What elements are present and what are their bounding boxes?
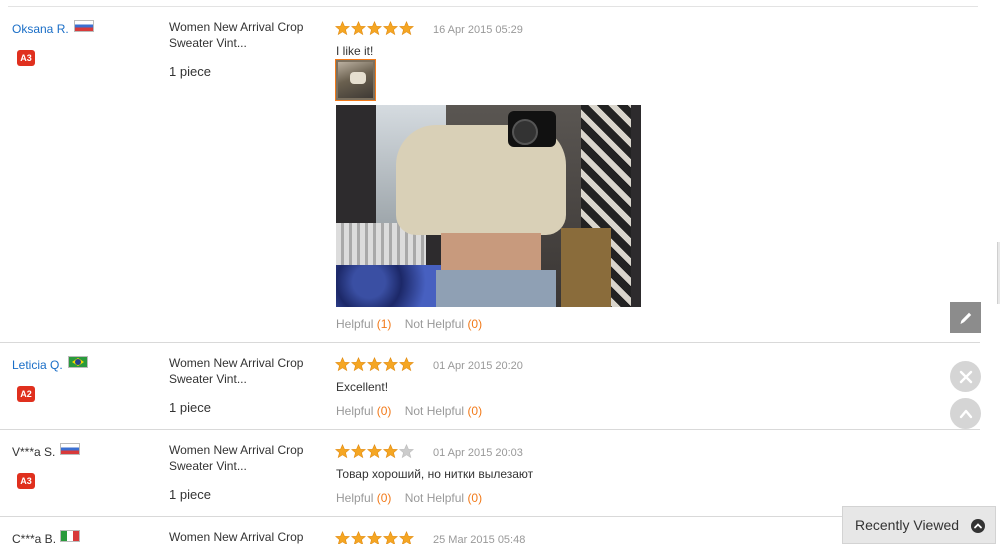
russia-flag-icon xyxy=(74,20,94,32)
star-filled-icon xyxy=(335,531,350,544)
helpful-votes: Helpful (0) Not Helpful (0) xyxy=(336,404,482,418)
buyer-name-link[interactable]: V***a S. xyxy=(12,445,55,459)
star-filled-icon xyxy=(351,21,366,36)
write-review-button[interactable] xyxy=(950,302,981,333)
chevron-up-icon xyxy=(959,409,972,418)
star-rating xyxy=(335,444,414,462)
back-to-top-button[interactable] xyxy=(950,398,981,429)
review-row: Leticia Q. A2 Women New Arrival Crop Swe… xyxy=(0,343,980,430)
star-filled-icon xyxy=(367,444,382,459)
review-photo-thumbnail[interactable] xyxy=(335,59,376,101)
not-helpful-link[interactable]: Not Helpful xyxy=(405,491,464,505)
star-filled-icon xyxy=(335,444,350,459)
star-filled-icon xyxy=(383,21,398,36)
product-quantity: 1 piece xyxy=(169,400,211,415)
review-row: C***a B. Women New Arrival Crop 25 Mar 2… xyxy=(0,517,980,544)
review-text: Товар хороший, но нитки вылезают xyxy=(336,467,534,481)
review-date: 01 Apr 2015 20:20 xyxy=(433,360,523,372)
star-filled-icon xyxy=(383,531,398,544)
review-date: 25 Mar 2015 05:48 xyxy=(433,534,526,544)
star-filled-icon xyxy=(351,531,366,544)
product-quantity: 1 piece xyxy=(169,487,211,502)
product-title: Women New Arrival Crop Sweater Vint... xyxy=(169,356,304,386)
star-rating xyxy=(335,357,414,375)
product-title: Women New Arrival Crop Sweater Vint... xyxy=(169,443,304,473)
pencil-icon xyxy=(960,312,971,324)
close-icon xyxy=(959,370,972,383)
star-filled-icon xyxy=(383,444,398,459)
review-text: I like it! xyxy=(336,44,374,58)
helpful-votes: Helpful (0) Not Helpful (0) xyxy=(336,491,482,505)
helpful-link[interactable]: Helpful xyxy=(336,317,373,331)
star-filled-icon xyxy=(367,531,382,544)
star-filled-icon xyxy=(399,357,414,372)
recently-viewed-bar[interactable]: Recently Viewed xyxy=(842,506,996,544)
russia-flag-icon xyxy=(60,443,80,455)
product-quantity: 1 piece xyxy=(169,64,211,79)
review-date: 16 Apr 2015 05:29 xyxy=(433,24,523,36)
review-date: 01 Apr 2015 20:03 xyxy=(433,447,523,459)
star-filled-icon xyxy=(351,357,366,372)
brazil-flag-icon xyxy=(68,356,88,368)
helpful-link[interactable]: Helpful xyxy=(336,491,373,505)
helpful-count: (0) xyxy=(376,404,392,418)
helpful-link[interactable]: Helpful xyxy=(336,404,373,418)
star-rating xyxy=(335,531,414,544)
feedback-list: Oksana R. A3 Women New Arrival Crop Swea… xyxy=(0,7,980,544)
buyer-level-badge: A3 xyxy=(17,50,35,66)
star-filled-icon xyxy=(335,21,350,36)
product-title: Women New Arrival Crop xyxy=(169,530,304,544)
star-filled-icon xyxy=(367,21,382,36)
close-button[interactable] xyxy=(950,361,981,392)
not-helpful-count: (0) xyxy=(467,317,483,331)
star-filled-icon xyxy=(335,357,350,372)
not-helpful-link[interactable]: Not Helpful xyxy=(405,317,464,331)
buyer-name-link[interactable]: Oksana R. xyxy=(12,22,69,36)
review-text: Excellent! xyxy=(336,380,389,394)
helpful-count: (0) xyxy=(376,491,392,505)
helpful-votes: Helpful (1) Not Helpful (0) xyxy=(336,317,482,331)
not-helpful-count: (0) xyxy=(467,491,483,505)
italy-flag-icon xyxy=(60,530,80,542)
star-filled-icon xyxy=(383,357,398,372)
buyer-name-link[interactable]: C***a B. xyxy=(12,532,56,544)
product-title: Women New Arrival Crop Sweater Vint... xyxy=(169,20,304,50)
review-row: Oksana R. A3 Women New Arrival Crop Swea… xyxy=(0,7,980,343)
star-filled-icon xyxy=(399,21,414,36)
chevron-up-circle-icon xyxy=(971,519,985,533)
not-helpful-link[interactable]: Not Helpful xyxy=(405,404,464,418)
review-row: V***a S. A3 Women New Arrival Crop Sweat… xyxy=(0,430,980,517)
star-filled-icon xyxy=(399,531,414,544)
star-filled-icon xyxy=(367,357,382,372)
buyer-level-badge: A3 xyxy=(17,473,35,489)
helpful-count: (1) xyxy=(376,317,392,331)
review-photo xyxy=(336,105,641,307)
star-empty-icon xyxy=(399,444,414,459)
star-filled-icon xyxy=(351,444,366,459)
recently-viewed-label: Recently Viewed xyxy=(855,517,960,533)
star-rating xyxy=(335,21,414,39)
buyer-level-badge: A2 xyxy=(17,386,35,402)
buyer-name-link[interactable]: Leticia Q. xyxy=(12,358,63,372)
not-helpful-count: (0) xyxy=(467,404,483,418)
